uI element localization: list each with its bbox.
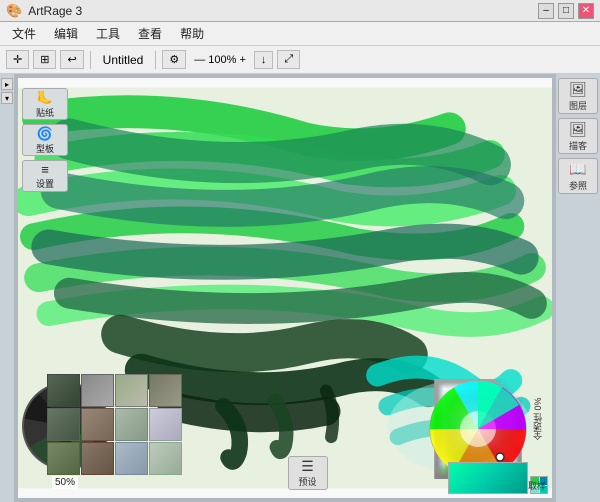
window-controls: – □ ✕ (538, 3, 594, 19)
left-sidebar-buttons: 🦶 贴纸 🌀 型板 ≡ 设置 (22, 88, 68, 192)
ref2-label: 参照 (569, 179, 587, 192)
main-area: ▸ ▾ (0, 74, 600, 502)
layers-icon: 🖼 (569, 81, 587, 98)
bottom-toolbar: ☰ 预设 (193, 456, 422, 490)
refs-icon: 🖼 (569, 121, 587, 138)
titlebar-left: 🎨 ArtRage 3 (6, 3, 82, 19)
app-icon: 🎨 (6, 3, 22, 19)
color-swatch[interactable] (448, 462, 528, 494)
opacity-label: 全透性 0% (531, 379, 544, 459)
left-panel: ▸ ▾ (0, 74, 14, 502)
tool-cell-6[interactable] (81, 408, 114, 441)
grid-button[interactable]: ⊞ (33, 50, 56, 69)
sticker-button[interactable]: 🦶 贴纸 (22, 88, 68, 120)
layers-label: 图层 (569, 99, 587, 112)
export-button[interactable]: ↓ (254, 51, 274, 69)
tool-cell-11[interactable] (115, 442, 148, 475)
toolbar: ✛ ⊞ ↩ Untitled ⚙ — 100% + ↓ ⤢ (0, 46, 600, 74)
undo-icon: ↩ (67, 53, 76, 66)
color-picker[interactable]: 全透性 0% 取样 (428, 379, 548, 494)
titlebar: 🎨 ArtRage 3 – □ ✕ (0, 0, 600, 22)
tool-cell-5[interactable] (47, 408, 80, 441)
left-panel-btn2[interactable]: ▾ (1, 92, 13, 104)
menu-help[interactable]: 帮助 (172, 23, 212, 44)
maximize-button[interactable]: □ (558, 3, 574, 19)
refs-label: 描客 (569, 139, 587, 152)
canvas-area[interactable]: 🦶 贴纸 🌀 型板 ≡ 设置 ✎ (18, 78, 552, 498)
expand-button[interactable]: ⤢ (277, 50, 300, 69)
settings-button[interactable]: ⚙ (162, 50, 186, 69)
export-icon: ↓ (261, 54, 267, 66)
tool-cell-9[interactable] (47, 442, 80, 475)
menu-tools[interactable]: 工具 (88, 23, 128, 44)
tool-cell-3[interactable] (115, 374, 148, 407)
template-icon: 🌀 (37, 126, 53, 142)
tool-cell-7[interactable] (115, 408, 148, 441)
template-button[interactable]: 🌀 型板 (22, 124, 68, 156)
percent-display: 50% (52, 476, 78, 489)
app-title: ArtRage 3 (28, 4, 82, 18)
menu-edit[interactable]: 编辑 (46, 23, 86, 44)
tool-cell-12[interactable] (149, 442, 182, 475)
tool-cell-1[interactable] (47, 374, 80, 407)
settings-sidebar-button[interactable]: ≡ 设置 (22, 160, 68, 192)
layers-button[interactable]: 🖼 图层 (558, 78, 598, 114)
preview-icon: ☰ (301, 458, 314, 475)
ref2-icon: 📖 (569, 161, 586, 178)
close-button[interactable]: ✕ (578, 3, 594, 19)
move-icon: ✛ (13, 53, 22, 66)
left-panel-btn1[interactable]: ▸ (1, 78, 13, 90)
sticker-label: 贴纸 (36, 106, 54, 119)
ref2-button[interactable]: 📖 参照 (558, 158, 598, 194)
tool-cell-4[interactable] (149, 374, 182, 407)
undo-button[interactable]: ↩ (60, 50, 83, 69)
template-label: 型板 (36, 142, 54, 155)
menu-file[interactable]: 文件 (4, 23, 44, 44)
tool-cell-2[interactable] (81, 374, 114, 407)
sticker-icon: 🦶 (37, 90, 53, 106)
minimize-button[interactable]: – (538, 3, 554, 19)
menubar: 文件 编辑 工具 查看 帮助 (0, 22, 600, 46)
tool-cell-8[interactable] (149, 408, 182, 441)
toolbar-separator2 (155, 51, 156, 69)
move-tool-button[interactable]: ✛ (6, 50, 29, 69)
preview-button[interactable]: ☰ 预设 (288, 456, 328, 490)
settings-icon: ⚙ (169, 53, 179, 66)
toolbar-separator (90, 51, 91, 69)
expand-icon: ⤢ (284, 53, 293, 66)
tool-cell-10[interactable] (81, 442, 114, 475)
grid-icon: ⊞ (40, 53, 49, 66)
right-panel: 🖼 图层 🖼 描客 📖 参照 (556, 74, 600, 502)
preview-label: 预设 (298, 475, 316, 488)
settings2-icon: ≡ (41, 162, 49, 177)
settings2-label: 设置 (36, 177, 54, 190)
refs-button[interactable]: 🖼 描客 (558, 118, 598, 154)
sample-label: 取样 (528, 479, 546, 492)
zoom-control: — 100% + (190, 54, 250, 66)
menu-view[interactable]: 查看 (130, 23, 170, 44)
tool-wheel[interactable]: ✎ (22, 374, 182, 494)
doc-title: Untitled (97, 53, 150, 67)
